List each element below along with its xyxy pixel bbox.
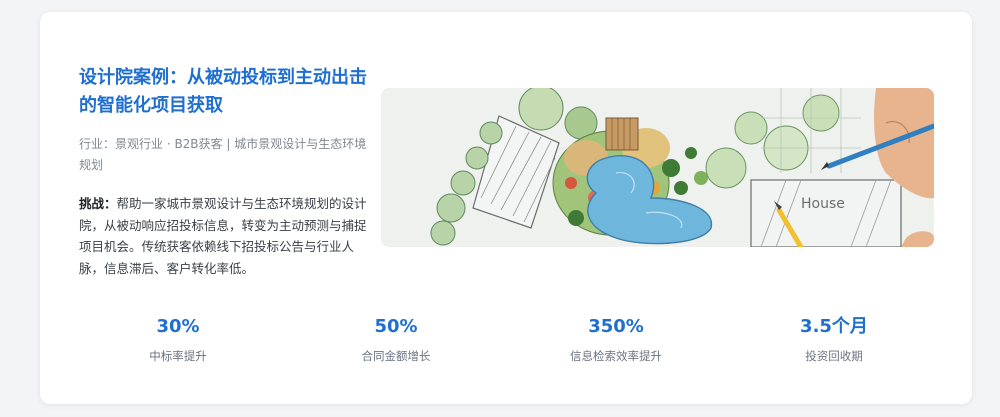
metric-value: 30% xyxy=(156,316,200,337)
metric-value: 50% xyxy=(374,316,418,337)
hatched-building-house: House xyxy=(750,179,902,247)
challenge-paragraph: 挑战：帮助一家城市景观设计与生态环境规划的设计院，从被动响应招投标信息，转变为主… xyxy=(79,193,369,279)
challenge-label: 挑战： xyxy=(79,196,117,211)
industry-meta: 行业：景观行业 · B2B获客 | 城市景观设计与生态环境规划 xyxy=(79,137,367,172)
metric-label: 合同金额增长 xyxy=(361,349,431,363)
case-title: 设计院案例：从被动投标到主动出击的智能化项目获取 xyxy=(79,67,367,116)
metric-search-efficiency: 350% 信息检索效率提升 xyxy=(516,312,716,364)
metric-label: 中标率提升 xyxy=(149,349,207,363)
metric-win-rate: 30% 中标率提升 xyxy=(78,312,278,364)
metrics-row: 30% 中标率提升 50% 合同金额增长 350% 信息检索效率提升 3.5个月… xyxy=(40,312,972,372)
wooden-deck xyxy=(605,117,639,151)
landscape-plan-illustration: House xyxy=(381,88,934,247)
case-study-card: 设计院案例：从被动投标到主动出击的智能化项目获取 行业：景观行业 · B2B获客… xyxy=(40,12,972,404)
metric-label: 信息检索效率提升 xyxy=(570,349,662,363)
metric-value: 3.5个月 xyxy=(800,316,868,337)
landscape-plan-drawing: House xyxy=(381,88,934,247)
challenge-text: 帮助一家城市景观设计与生态环境规划的设计院，从被动响应招投标信息，转变为主动预测… xyxy=(79,196,367,276)
metric-contract-growth: 50% 合同金额增长 xyxy=(296,312,496,364)
house-label: House xyxy=(801,196,845,212)
metric-payback-period: 3.5个月 投资回收期 xyxy=(734,312,934,364)
metric-value: 350% xyxy=(588,316,644,337)
metric-label: 投资回收期 xyxy=(805,349,863,363)
